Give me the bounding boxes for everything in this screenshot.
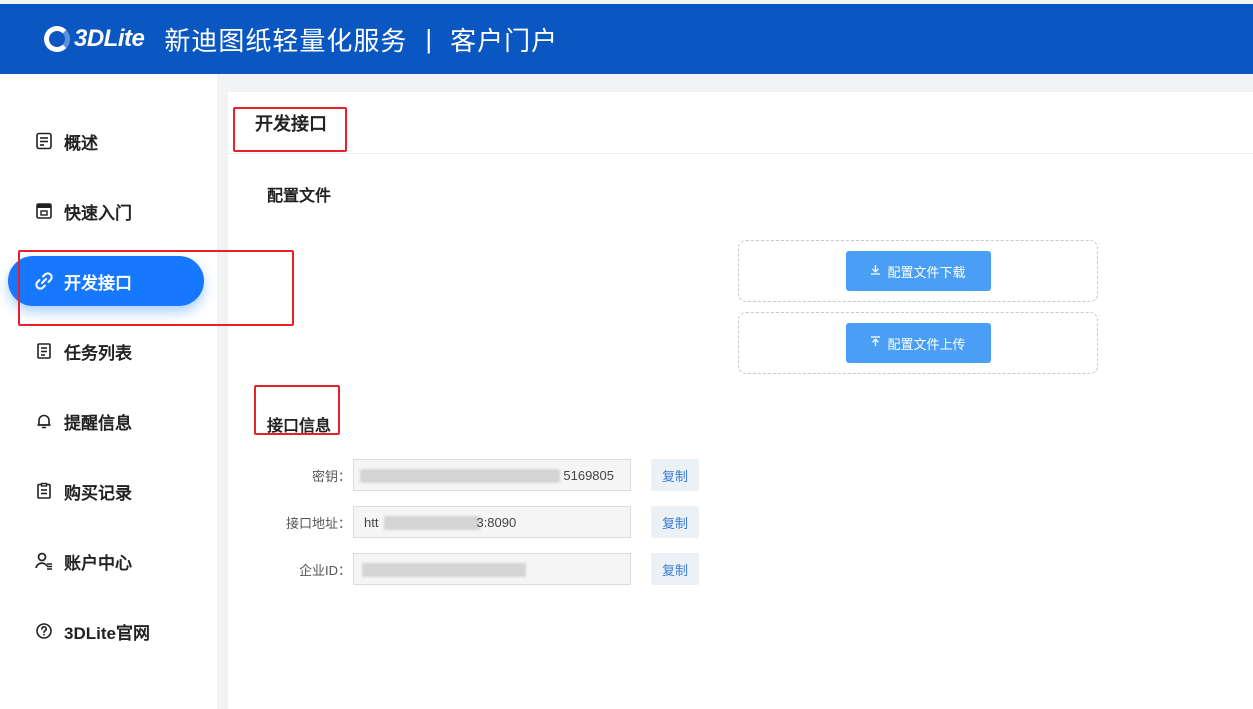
upload-icon [870, 336, 881, 350]
copy-enterprise-id-button[interactable]: 复制 [651, 553, 699, 585]
calendar-icon [34, 201, 54, 221]
copy-secret-key-button[interactable]: 复制 [651, 459, 699, 491]
config-upload-button[interactable]: 配置文件上传 [845, 323, 991, 363]
enterprise-id-label: 企业ID： [298, 562, 351, 578]
sidebar: 概述 快速入门 开发接口 任务列表 提醒信息 购买记录 账户中心 3DLite官… [0, 74, 217, 709]
sidebar-item-label: 3DLite官网 [64, 623, 150, 643]
sidebar-item-label: 概述 [64, 133, 98, 153]
api-address-field[interactable]: htt 3:8090 [353, 506, 631, 538]
secret-key-field[interactable]: 5169805 [353, 459, 631, 491]
sidebar-item-notifications[interactable]: 提醒信息 [8, 396, 204, 446]
config-download-button[interactable]: 配置文件下载 [845, 251, 991, 291]
secret-key-row: 密钥： 5169805 复制 [268, 459, 699, 491]
sidebar-item-tasks[interactable]: 任务列表 [8, 326, 204, 376]
sidebar-item-website[interactable]: 3DLite官网 [8, 606, 204, 656]
main-content: 开发接口 配置文件 配置文件下载 配置文件上传 接口信息 密钥： 5169805… [228, 92, 1253, 709]
sidebar-item-overview[interactable]: 概述 [8, 116, 204, 166]
logo[interactable]: 3DLite [44, 25, 145, 53]
clipboard-icon [34, 341, 54, 361]
api-address-row: 接口地址： htt 3:8090 复制 [268, 506, 699, 538]
config-section-title: 配置文件 [267, 188, 332, 205]
upload-dropzone[interactable]: 配置文件上传 [738, 312, 1098, 374]
secret-key-label: 密钥： [311, 468, 351, 484]
sidebar-item-account[interactable]: 账户中心 [8, 536, 204, 586]
bell-icon [34, 411, 54, 431]
sidebar-item-label: 提醒信息 [64, 413, 132, 433]
logo-text: 3DLite [74, 25, 145, 52]
receipt-icon [34, 481, 54, 501]
sidebar-item-purchases[interactable]: 购买记录 [8, 466, 204, 516]
download-label: 配置文件下载 [887, 264, 966, 280]
sidebar-item-label: 账户中心 [64, 553, 132, 573]
api-section-title: 接口信息 [267, 418, 332, 435]
sidebar-item-label: 任务列表 [64, 343, 132, 363]
api-address-value: 3:8090 [476, 514, 517, 530]
sidebar-item-quickstart[interactable]: 快速入门 [8, 186, 204, 236]
content-header: 开发接口 [228, 92, 1253, 154]
sidebar-item-label: 快速入门 [64, 203, 132, 223]
enterprise-id-row: 企业ID： 复制 [268, 553, 699, 585]
upload-label: 配置文件上传 [887, 336, 966, 352]
download-dropzone: 配置文件下载 [738, 240, 1098, 302]
user-icon [34, 551, 54, 571]
header-title: 新迪图纸轻量化服务 [164, 25, 408, 56]
top-header: 3DLite 新迪图纸轻量化服务 | 客户门户 [0, 4, 1253, 74]
sidebar-item-label: 开发接口 [64, 273, 132, 293]
question-circle-icon [34, 621, 54, 641]
link-icon [34, 271, 54, 291]
copy-api-address-button[interactable]: 复制 [651, 506, 699, 538]
api-address-prefix: htt [364, 514, 379, 530]
page-title: 开发接口 [255, 113, 327, 134]
api-address-label: 接口地址： [285, 515, 351, 531]
download-icon [870, 264, 881, 278]
secret-key-value: 5169805 [563, 467, 614, 483]
document-list-icon [34, 131, 54, 151]
header-subtitle: 客户门户 [450, 25, 559, 56]
sidebar-item-dev-api[interactable]: 开发接口 [8, 256, 204, 306]
logo-mark-icon [44, 26, 70, 52]
enterprise-id-field[interactable] [353, 553, 631, 585]
header-separator: | [425, 23, 433, 54]
sidebar-item-label: 购买记录 [64, 483, 132, 503]
